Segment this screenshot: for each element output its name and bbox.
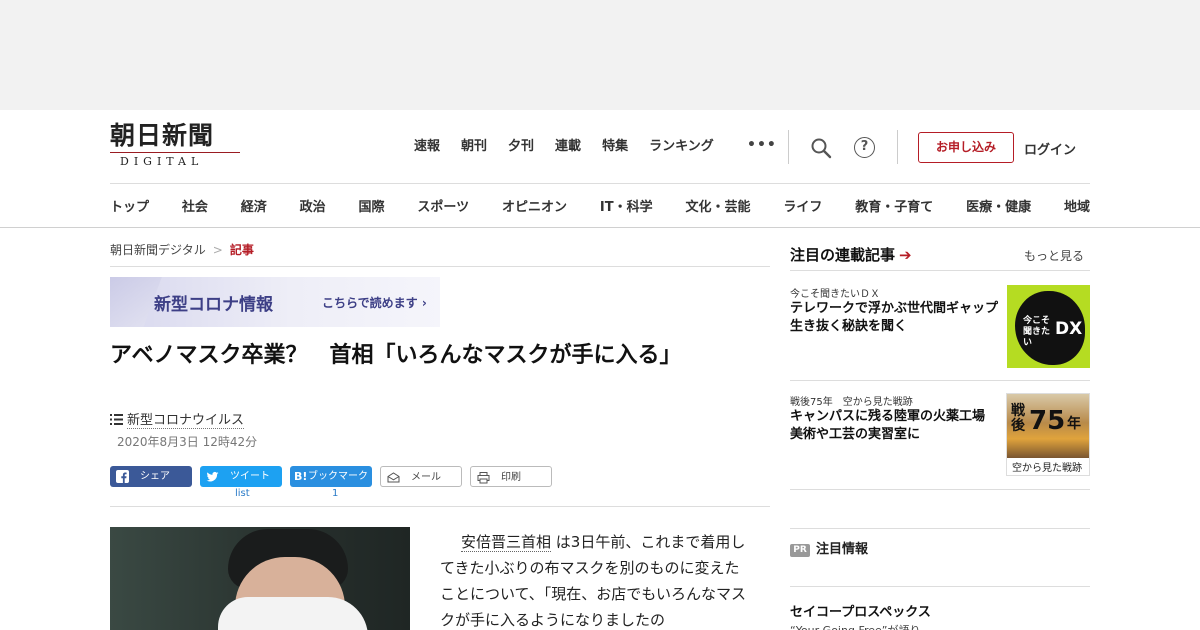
pr-badge: PR — [790, 544, 810, 557]
category-sports[interactable]: スポーツ — [417, 196, 469, 215]
search-icon[interactable] — [810, 137, 832, 159]
pr-label: 注目情報 — [816, 542, 869, 557]
list-icon — [110, 414, 123, 425]
breadcrumb-home[interactable]: 朝日新聞デジタル — [110, 243, 206, 257]
category-opinion[interactable]: オピニオン — [502, 196, 567, 215]
series-kicker: 今こそ聞きたいＤＸ — [790, 289, 880, 300]
thumbnail-text: 年 — [1067, 416, 1081, 432]
sidebar-divider — [790, 489, 1090, 490]
category-it-science[interactable]: IT・科学 — [600, 196, 653, 215]
category-politics[interactable]: 政治 — [300, 196, 326, 215]
topnav-item-sokuho[interactable]: 速報 — [414, 137, 440, 157]
category-top[interactable]: トップ — [110, 196, 149, 215]
thumbnail-text: DX — [1055, 319, 1083, 339]
series-title-link[interactable]: テレワークで浮かぶ世代間ギャップ 生き抜く秘訣を聞く — [790, 300, 1011, 336]
article-body: 安倍晋三首相 は3日午前、これまで着用してきた小ぶりの布マスクを別のものに変えた… — [440, 529, 750, 630]
thumbnail-text: 戦後 — [1011, 403, 1025, 434]
facebook-share-label: シェア — [140, 471, 170, 482]
category-society[interactable]: 社会 — [182, 196, 208, 215]
topnav-item-choukan[interactable]: 朝刊 — [461, 137, 487, 157]
twitter-share-count[interactable]: list — [235, 488, 250, 499]
article-tag-row: 新型コロナウイルス — [110, 409, 245, 429]
subscribe-button[interactable]: お申し込み — [918, 132, 1014, 163]
sponsor-subtitle[interactable]: “Your Going Free”が語り — [790, 622, 920, 630]
topnav-item-yukan[interactable]: 夕刊 — [508, 137, 534, 157]
thumbnail-caption: 空から見た戦跡 — [1012, 463, 1082, 474]
banner-title: 新型コロナ情報 — [154, 295, 273, 315]
sidebar-divider — [790, 380, 1090, 381]
pr-section-heading: PR 注目情報 — [790, 538, 868, 557]
topnav-item-rensai[interactable]: 連載 — [555, 137, 581, 157]
arrow-right-icon[interactable]: ➔ — [899, 246, 912, 264]
twitter-share-button[interactable]: ツイート — [200, 466, 282, 487]
series-thumbnail-dx[interactable]: 今こそ聞きたい DX — [1007, 285, 1090, 368]
corona-info-banner[interactable]: 新型コロナ情報 こちらで読めます › — [110, 277, 440, 327]
nav-divider — [788, 130, 789, 164]
site-logo[interactable]: 朝日新聞 DIGITAL — [110, 122, 245, 172]
banner-cta: こちらで読めます › — [322, 296, 427, 310]
category-international[interactable]: 国際 — [359, 196, 385, 215]
article-headline: アベノマスク卒業？ 首相「いろんなマスクが手に入る」 — [110, 343, 682, 368]
facebook-share-button[interactable]: シェア — [110, 466, 192, 487]
featured-series-title: 注目の連載記事 — [790, 246, 896, 264]
mail-share-button[interactable]: メール — [380, 466, 462, 487]
topnav-item-tokushu[interactable]: 特集 — [602, 137, 628, 157]
topnav-item-ranking[interactable]: ランキング — [649, 137, 714, 157]
series-thumbnail-75[interactable]: 戦後 75 年 空から見た戦跡 — [1006, 393, 1090, 476]
article-photo[interactable] — [110, 527, 410, 630]
breadcrumb-current: 記事 — [229, 243, 254, 257]
header-divider — [110, 183, 1090, 184]
hatena-bookmark-button[interactable]: B! ブックマーク — [290, 466, 372, 487]
login-link[interactable]: ログイン — [1024, 139, 1076, 158]
thumbnail-text: 今こそ聞きたい — [1023, 316, 1051, 348]
nav-divider — [897, 130, 898, 164]
top-navigation: 速報 朝刊 夕刊 連載 特集 ランキング — [414, 137, 735, 157]
sponsor-title[interactable]: セイコープロスペックス — [790, 601, 931, 620]
hatena-bookmark-label: ブックマーク — [308, 471, 368, 482]
mail-share-label: メール — [411, 472, 441, 483]
facebook-icon — [116, 470, 129, 483]
article-tag-link[interactable]: 新型コロナウイルス — [127, 413, 245, 429]
more-menu-icon[interactable]: ••• — [747, 137, 777, 153]
twitter-share-label: ツイート — [230, 471, 270, 482]
breadcrumb-divider — [110, 266, 770, 267]
article-date: 2020年8月3日 12時42分 — [117, 435, 258, 449]
category-culture[interactable]: 文化・芸能 — [685, 196, 750, 215]
logo-divider — [110, 152, 240, 153]
category-education[interactable]: 教育・子育て — [855, 196, 933, 215]
category-region[interactable]: 地域 — [1064, 196, 1090, 215]
site-header: 朝日新聞 DIGITAL 速報 朝刊 夕刊 連載 特集 ランキング ••• ? … — [0, 110, 1200, 228]
person-link[interactable]: 安倍晋三首相 — [461, 533, 552, 552]
hatena-bookmark-count[interactable]: 1 — [332, 488, 338, 499]
logo-wordmark: 朝日新聞 — [110, 121, 215, 150]
breadcrumb-separator: > — [212, 243, 223, 257]
featured-series-heading: 注目の連載記事 ➔ — [790, 244, 912, 265]
category-economy[interactable]: 経済 — [241, 196, 267, 215]
sidebar-divider — [790, 528, 1090, 529]
ad-banner-area — [0, 0, 1200, 110]
twitter-icon — [206, 471, 219, 482]
thumbnail-text: 75 — [1029, 406, 1066, 436]
breadcrumb: 朝日新聞デジタル > 記事 — [110, 241, 254, 258]
hatena-icon: B! — [294, 470, 308, 483]
sidebar-divider — [790, 270, 1090, 271]
print-label: 印刷 — [501, 472, 521, 483]
category-navigation: トップ 社会 経済 政治 国際 スポーツ オピニオン IT・科学 文化・芸能 ラ… — [110, 196, 1090, 215]
see-more-link[interactable]: もっと見る — [1024, 247, 1084, 264]
category-life[interactable]: ライフ — [783, 196, 822, 215]
mail-icon — [387, 472, 400, 483]
print-button[interactable]: 印刷 — [470, 466, 552, 487]
series-kicker: 戦後75年 空から見た戦跡 — [790, 397, 913, 408]
series-title-link[interactable]: キャンパスに残る陸軍の火薬工場 美術や工芸の実習室に — [790, 408, 1000, 444]
category-health[interactable]: 医療・健康 — [966, 196, 1031, 215]
logo-subtitle: DIGITAL — [120, 155, 204, 168]
photo-subject-mask — [218, 597, 368, 630]
help-icon[interactable]: ? — [854, 137, 875, 158]
print-icon — [477, 472, 490, 484]
share-divider — [110, 506, 770, 507]
sidebar-divider — [790, 586, 1090, 587]
